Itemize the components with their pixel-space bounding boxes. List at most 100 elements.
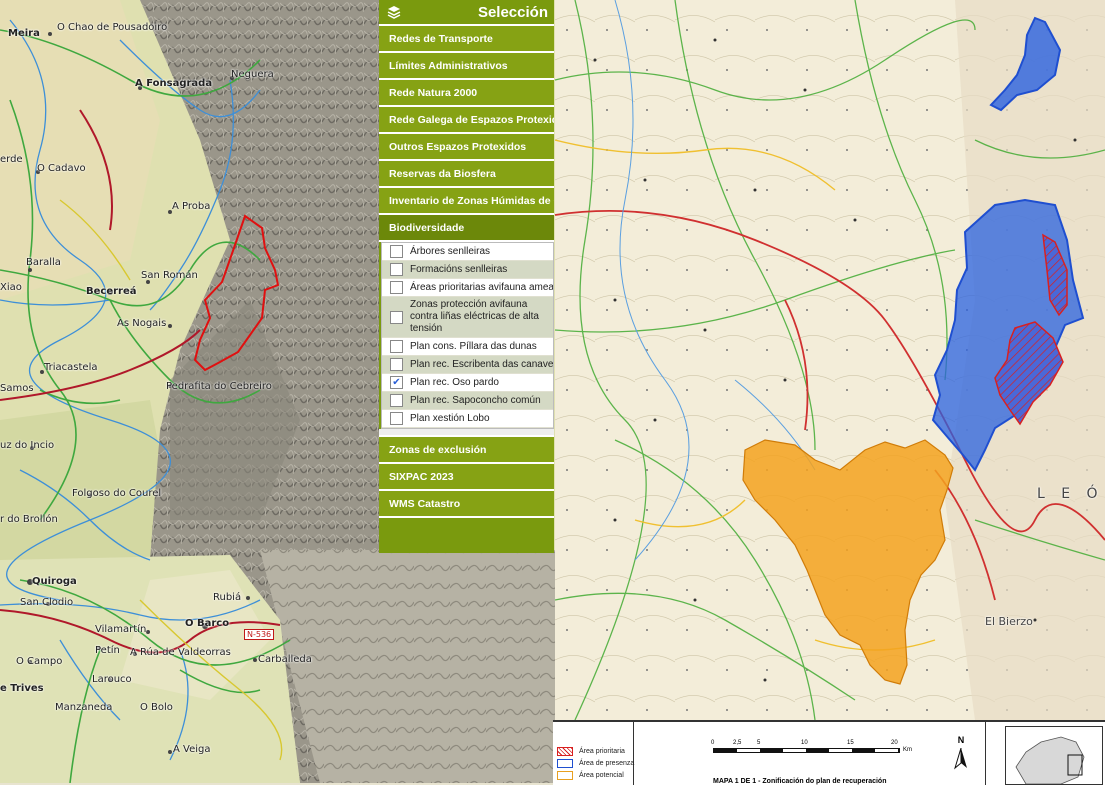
place-label-brollon: r do Brollón [0,514,58,525]
inset-locator-map [1005,726,1103,785]
place-label-carballeda: Carballeda [258,654,312,665]
place-label-triacastela: Triacastela [44,362,98,373]
panel-header[interactable]: Selección [379,0,554,26]
place-label-neguera: Neguera [231,69,274,80]
place-label-obolo: O Bolo [140,702,173,713]
map-legend-box: Área prioritaria Área de presenza Área p… [553,720,1105,785]
place-label-rubia: Rubiá [213,592,242,603]
place-label-trives: e Trives [0,683,44,694]
layer-label: Árbores senlleiras [410,246,491,257]
biodiversity-layer-list: Árbores senlleiras Formacións senlleiras… [381,242,554,429]
legend-label: Área de presenza [579,760,635,767]
layer-checkbox[interactable] [390,245,403,258]
category-galician-protected[interactable]: Rede Galega de Espazos Protexidos [379,107,554,134]
layer-item-liñas[interactable]: Zonas protección avifauna contra liñas e… [382,297,553,338]
place-label-incio: uz do Incio [0,440,55,451]
category-sixpac[interactable]: SIXPAC 2023 [379,464,554,491]
place-label-quiroga: Quiroga [32,576,77,587]
layer-item-avifauna[interactable]: Áreas prioritarias avifauna ameazada [382,279,553,297]
layer-checkbox[interactable] [390,281,403,294]
place-label-folgoso: Folgoso do Courel [72,488,162,499]
place-label-meira: Meira [8,28,40,39]
place-label-manzaneda: Manzaneda [55,702,113,713]
place-label-obarco: O Barco [185,618,230,629]
scale-tick: 5 [757,740,761,746]
category-biosphere[interactable]: Reservas da Biosfera [379,161,554,188]
zoning-map-canvas [555,0,1105,720]
layer-label: Formacións senlleiras [410,264,508,275]
layer-item-escribenta[interactable]: Plan rec. Escribenta das canaveiras [382,356,553,374]
legend-item-priority: Área prioritaria [557,747,625,756]
layer-checkbox[interactable] [390,310,403,324]
scale-tick: 2,5 [733,740,742,746]
place-label-arua: A Rúa de Valdeorras [130,647,231,658]
place-label-baralla: Baralla [26,257,61,268]
north-label: N [957,735,965,745]
layer-item-pillara[interactable]: Plan cons. Píllara das dunas [382,338,553,356]
place-label-ocampo: O Campo [16,656,63,667]
place-label-fonsagrada: A Fonsagrada [135,78,213,89]
place-label-sanroman: San Román [141,270,198,281]
scale-tick: 20 [891,740,898,746]
category-biodiversity[interactable]: Biodiversidade [379,215,554,242]
layer-checkbox[interactable] [390,358,403,371]
category-wms-catastro[interactable]: WMS Catastro [379,491,554,518]
right-zoning-map[interactable]: L E Ó El Bierzo [555,0,1105,720]
place-label-cadavo: O Cadavo [37,163,86,174]
place-label-aveiga: A Veiga [173,744,211,755]
layer-item-sapoconcho[interactable]: Plan rec. Sapoconcho común [382,392,553,410]
north-arrow-icon: N [953,730,969,770]
road-shield-n536: N-536 [244,629,275,640]
layer-item-arbores[interactable]: Árbores senlleiras [382,243,553,261]
layer-label: Plan cons. Píllara das dunas [410,341,537,352]
panel-title: Selección [477,3,548,21]
place-label-xiao: Xiao [0,282,22,293]
legend-swatch [557,771,573,780]
layer-checkbox-checked[interactable]: ✔ [390,376,403,389]
place-label-petin: Petín [95,645,120,656]
place-label-pedrafita: Pedrafita do Cebreiro [166,381,272,392]
scale-tick: 0 [711,740,715,746]
region-label-bierzo: El Bierzo [985,615,1033,628]
place-label-sanclodio: San Clodio [20,597,74,608]
category-exclusion[interactable]: Zonas de exclusión [379,435,554,464]
legend-swatch [557,747,573,756]
place-label-chao: O Chao de Pousadoiro [57,22,168,33]
region-label-leon: L E Ó [1037,486,1104,502]
layers-icon [387,5,401,19]
layer-label: Plan rec. Sapoconcho común [410,395,541,406]
place-label-samos: Samos [0,383,34,394]
scale-bar: 0 2,5 5 10 15 20 Km [711,740,912,754]
layer-label: Áreas prioritarias avifauna ameazada [410,282,553,293]
layer-label: Zonas protección avifauna contra liñas e… [410,299,539,334]
place-label-proba: A Proba [172,201,211,212]
category-admin-limits[interactable]: Límites Administrativos [379,53,554,80]
category-other-protected[interactable]: Outros Espazos Protexidos [379,134,554,161]
layer-item-formacions[interactable]: Formacións senlleiras [382,261,553,279]
layer-checkbox[interactable] [390,263,403,276]
scale-tick: 15 [847,740,854,746]
layer-label: Plan xestión Lobo [410,413,490,424]
legend-swatch [557,759,573,768]
layer-item-oso-pardo[interactable]: ✔ Plan rec. Oso pardo [382,374,553,392]
scale-unit: Km [903,747,912,753]
place-label-erde: erde [0,154,23,165]
layer-label: Plan rec. Oso pardo [410,377,499,388]
category-natura-2000[interactable]: Rede Natura 2000 [379,80,554,107]
category-transport[interactable]: Redes de Transporte [379,26,554,53]
legend-label: Área potencial [579,772,624,779]
legend-item-potential: Área potencial [557,771,624,780]
layer-checkbox[interactable] [390,394,403,407]
map-title: MAPA 1 DE 1 - Zonificación do plan de re… [713,778,887,785]
place-label-vilamartin: Vilamartín [95,624,147,635]
layer-item-lobo[interactable]: Plan xestión Lobo [382,410,553,428]
layer-checkbox[interactable] [390,340,403,353]
legend-item-presence: Área de presenza [557,759,634,768]
layer-checkbox[interactable] [390,412,403,425]
place-label-becerrea: Becerreá [86,286,137,297]
scale-tick: 10 [801,740,808,746]
place-label-nogais: As Nogais [117,318,167,329]
layer-label: Plan rec. Escribenta das canaveiras [410,359,553,370]
legend-label: Área prioritaria [579,748,625,755]
category-wetlands[interactable]: Inventario de Zonas Húmidas de Galicia [379,188,554,215]
